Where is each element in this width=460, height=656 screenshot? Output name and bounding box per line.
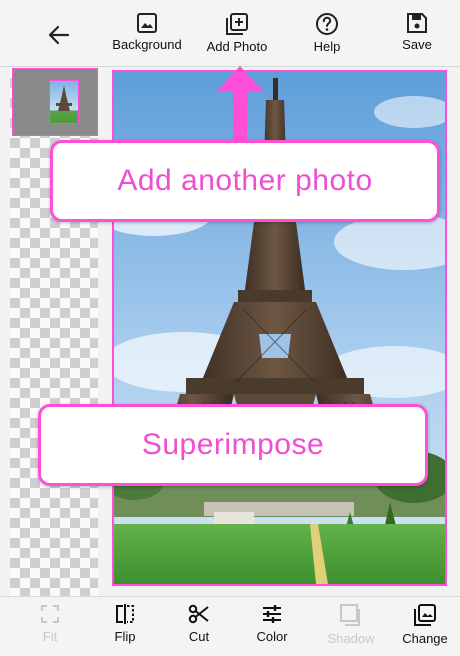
background-label: Background — [112, 37, 182, 52]
fit-icon — [41, 605, 59, 623]
cut-label: Cut — [188, 629, 210, 644]
shadow-icon — [340, 604, 360, 626]
arrow-left-icon — [48, 25, 70, 45]
change-image-icon — [414, 604, 436, 626]
save-button[interactable]: Save — [374, 12, 460, 62]
superimpose-callout-text: Superimpose — [141, 428, 325, 461]
change-button[interactable]: Change — [390, 603, 460, 653]
shadow-button[interactable]: Shadow — [316, 603, 386, 653]
superimpose-callout: Superimpose — [38, 404, 428, 486]
save-icon — [407, 13, 427, 33]
add-photo-label: Add Photo — [206, 39, 268, 54]
pointer-arrow — [216, 66, 264, 142]
change-label: Change — [402, 631, 448, 646]
add-photo-button[interactable]: Add Photo — [194, 12, 280, 62]
help-button[interactable]: Help — [284, 12, 370, 62]
color-label: Color — [256, 629, 288, 644]
flip-icon — [116, 604, 134, 624]
layer-thumbnail-selected[interactable] — [12, 68, 98, 136]
flip-label: Flip — [114, 629, 136, 644]
add-photo-callout-text: Add another photo — [117, 164, 373, 197]
fit-button[interactable]: Fit — [15, 603, 85, 653]
shadow-label: Shadow — [327, 631, 375, 646]
image-icon — [137, 13, 157, 33]
color-button[interactable]: Color — [237, 603, 307, 653]
save-label: Save — [402, 37, 432, 52]
flip-button[interactable]: Flip — [90, 603, 160, 653]
cut-button[interactable]: Cut — [164, 603, 234, 653]
help-label: Help — [313, 39, 341, 54]
layer-thumbnail-image — [49, 80, 79, 124]
back-button[interactable] — [42, 20, 76, 50]
add-photo-callout: Add another photo — [50, 140, 440, 222]
help-icon — [316, 13, 338, 35]
sliders-icon — [263, 605, 281, 623]
bottom-toolbar: Fit Flip Cut Color Shadow Change — [0, 596, 460, 656]
background-button[interactable]: Background — [104, 12, 190, 62]
fit-label: Fit — [42, 629, 58, 644]
top-toolbar: Background Add Photo Help Save — [0, 0, 460, 67]
scissors-icon — [188, 604, 209, 624]
add-photo-icon — [226, 13, 248, 35]
